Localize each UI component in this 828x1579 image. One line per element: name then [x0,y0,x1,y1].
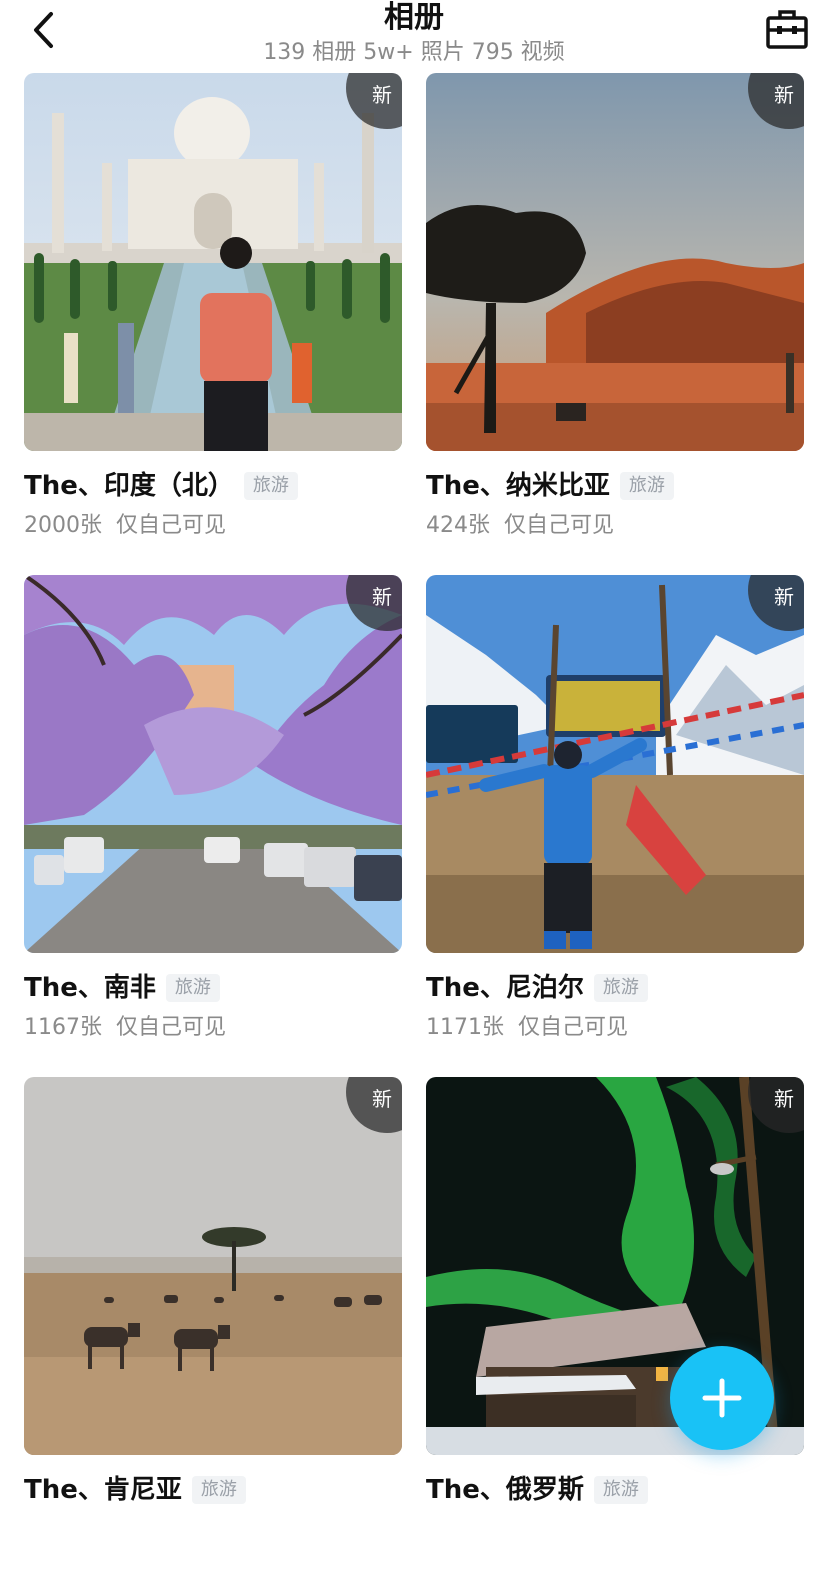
album-name: The、纳米比亚 [426,471,610,501]
album-card-namibia[interactable]: 新 The、纳米比亚 旅游 424张 仅自己可见 [426,73,804,575]
album-cover[interactable]: 新 [426,73,804,451]
new-badge-label: 新 [372,585,392,609]
category-tag: 旅游 [593,974,648,1002]
album-cover[interactable]: 新 [426,575,804,953]
album-card-russia[interactable]: 新 The、俄罗斯 旅游 [426,1077,804,1579]
category-tag: 旅游 [593,1476,648,1504]
cover-image-jacaranda-street [24,575,402,953]
album-card-india[interactable]: 新 The、印度（北） 旅游 2000张 仅自己可见 [24,73,402,575]
cover-image-taj-mahal [24,73,402,451]
album-meta: 424张 仅自己可见 [426,511,614,541]
toolbox-icon [766,10,808,49]
album-cover[interactable]: 新 [24,73,402,451]
cover-image-desert-dunes [426,73,804,451]
photo-count: 1171张 [426,1015,504,1040]
album-title-row: The、尼泊尔 旅游 [426,971,648,1005]
category-tag: 旅游 [165,974,220,1002]
album-meta: 1167张 仅自己可见 [24,1013,226,1043]
page-title: 相册 [384,0,444,35]
album-title-row: The、南非 旅游 [24,971,220,1005]
photo-count: 1167张 [24,1015,102,1040]
photo-count: 424张 [426,513,490,538]
album-title-row: The、俄罗斯 旅游 [426,1473,648,1507]
visibility-label: 仅自己可见 [504,513,615,538]
photo-count: 2000张 [24,513,102,538]
visibility-label: 仅自己可见 [518,1015,629,1040]
cover-image-annapurna-base-camp [426,575,804,953]
album-meta: 1171张 仅自己可见 [426,1013,628,1043]
top-bar: 相册 139 相册 5w+ 照片 795 视频 [0,0,828,72]
new-badge-label: 新 [774,585,794,609]
album-name: The、南非 [24,973,156,1003]
category-tag: 旅游 [191,1476,246,1504]
album-title-row: The、纳米比亚 旅游 [426,469,674,503]
album-meta: 2000张 仅自己可见 [24,511,226,541]
album-title-row: The、印度（北） 旅游 [24,469,298,503]
album-name: The、俄罗斯 [426,1475,584,1505]
add-album-button[interactable] [670,1346,774,1450]
album-name: The、尼泊尔 [426,973,584,1003]
album-card-kenya[interactable]: 新 The、肯尼亚 旅游 [24,1077,402,1579]
new-badge-label: 新 [372,83,392,107]
album-card-south-africa[interactable]: 新 The、南非 旅游 1167张 仅自己可见 [24,575,402,1077]
album-summary: 139 相册 5w+ 照片 795 视频 [263,40,565,65]
album-card-nepal[interactable]: 新 The、尼泊尔 旅游 1171张 仅自己可见 [426,575,804,1077]
category-tag: 旅游 [243,472,298,500]
album-title-row: The、肯尼亚 旅游 [24,1473,246,1507]
category-tag: 旅游 [619,472,674,500]
new-badge-label: 新 [774,1087,794,1111]
new-badge-label: 新 [774,83,794,107]
album-cover[interactable]: 新 [24,1077,402,1455]
visibility-label: 仅自己可见 [116,513,227,538]
album-cover[interactable]: 新 [24,575,402,953]
plus-icon [702,1378,742,1418]
new-badge-label: 新 [372,1087,392,1111]
visibility-label: 仅自己可见 [116,1015,227,1040]
album-name: The、肯尼亚 [24,1475,182,1505]
cover-image-savanna-wildebeest [24,1077,402,1455]
album-name: The、印度（北） [24,471,234,501]
album-grid: 新 The、印度（北） 旅游 2000张 仅自己可见 新 The、纳米比亚 旅游… [24,73,804,1579]
toolbox-button[interactable] [764,6,810,52]
